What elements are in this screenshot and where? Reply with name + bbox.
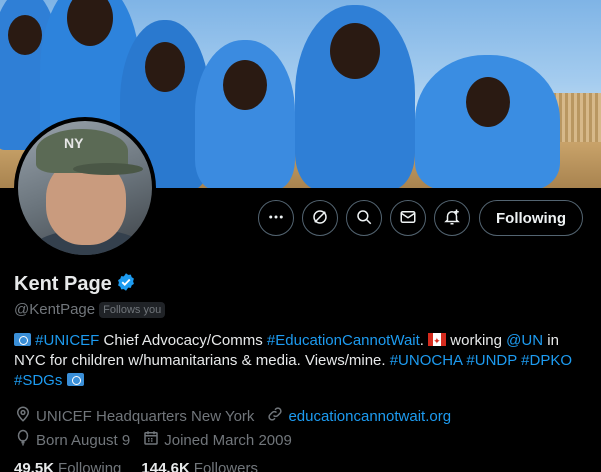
canada-flag-icon	[428, 331, 447, 351]
grok-button[interactable]	[302, 200, 338, 236]
bio-link-dpko[interactable]: #DPKO	[521, 352, 572, 369]
calendar-icon	[142, 429, 164, 451]
birthday-item: Born August 9	[14, 429, 130, 451]
location-item: UNICEF Headquarters New York	[14, 405, 254, 427]
followers-stat[interactable]: 144.6K Followers	[141, 460, 258, 472]
website-item: educationcannotwait.org	[266, 405, 451, 427]
location-icon	[14, 405, 36, 427]
message-icon	[399, 208, 417, 229]
following-button[interactable]: Following	[479, 200, 583, 236]
profile-bio: #UNICEF Chief Advocacy/Comms #EducationC…	[14, 331, 589, 391]
profile-handle: @KentPage	[14, 301, 96, 318]
profile-name-row: Kent Page	[14, 272, 136, 297]
profile-name: Kent Page	[14, 273, 112, 295]
bio-link-undp[interactable]: #UNDP	[466, 352, 517, 369]
follows-you-badge: Follows you	[99, 301, 166, 318]
search-button[interactable]	[346, 200, 382, 236]
profile-avatar[interactable]: NY	[14, 117, 156, 259]
website-link[interactable]: educationcannotwait.org	[288, 408, 451, 425]
notify-button[interactable]	[434, 200, 470, 236]
notify-icon	[443, 208, 461, 229]
bio-link-un[interactable]: @UN	[506, 332, 543, 349]
grok-icon	[311, 208, 329, 229]
bio-text: Chief Advocacy/Comms	[99, 332, 267, 349]
more-button[interactable]	[258, 200, 294, 236]
banner-figure-4	[195, 40, 295, 188]
bio-link-unocha[interactable]: #UNOCHA	[390, 352, 463, 369]
following-label: Following	[58, 460, 122, 472]
banner-figure-6	[415, 55, 560, 188]
avatar-cap-text: NY	[64, 135, 84, 151]
birthday-text: Born August 9	[36, 431, 131, 449]
bio-text: .	[419, 332, 429, 349]
profile-handle-row: @KentPage Follows you	[14, 301, 166, 318]
followers-label: Followers	[193, 460, 258, 472]
verified-icon[interactable]	[112, 272, 136, 297]
followers-count: 144.6K	[141, 460, 190, 472]
search-icon	[355, 208, 373, 229]
bio-link-unicef[interactable]: #UNICEF	[35, 332, 99, 349]
following-count: 49.5K	[14, 460, 55, 472]
link-icon	[266, 405, 288, 427]
un-emblem-icon	[14, 333, 31, 346]
location-text: UNICEF Headquarters New York	[36, 407, 255, 425]
un-emblem-icon	[66, 373, 84, 386]
profile-meta-row-2: Born August 9 Joined March 2009	[14, 429, 304, 451]
following-stat[interactable]: 49.5K Following	[14, 460, 121, 472]
joined-text: Joined March 2009	[164, 431, 292, 449]
message-button[interactable]	[390, 200, 426, 236]
profile-meta-row-1: UNICEF Headquarters New York educationca…	[14, 405, 463, 427]
balloon-icon	[14, 429, 36, 451]
more-icon	[267, 208, 285, 229]
bio-link-sdgs[interactable]: #SDGs	[14, 372, 62, 389]
profile-actions: Following	[0, 200, 601, 236]
joined-item: Joined March 2009	[142, 429, 292, 451]
bio-text: working	[446, 332, 507, 349]
banner-figure-5	[295, 5, 415, 188]
bio-link-educationcannotwait[interactable]: #EducationCannotWait	[267, 332, 420, 349]
profile-stats: 49.5K Following 144.6K Followers	[14, 460, 278, 472]
